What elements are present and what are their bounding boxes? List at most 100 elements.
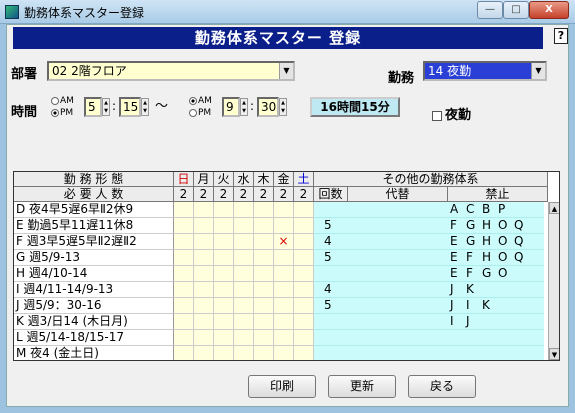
forbid-cell[interactable] <box>480 314 496 330</box>
shift-select[interactable]: 14 夜勤 ▼ <box>423 61 547 81</box>
day-cell[interactable] <box>194 266 214 282</box>
forbid-cell[interactable] <box>464 330 480 346</box>
day-cell[interactable] <box>174 346 194 360</box>
shift-name[interactable]: L 週5/14-18/15-17 <box>14 330 174 346</box>
forbid-cell[interactable]: O <box>496 266 512 282</box>
print-button[interactable]: 印刷 <box>248 375 316 398</box>
forbid-cell[interactable] <box>496 298 512 314</box>
day-cell[interactable] <box>274 266 294 282</box>
shift-name[interactable]: D 夜4早5遅6早Ⅱ2休9 <box>14 202 174 218</box>
maximize-button[interactable]: □ <box>503 1 529 19</box>
end-pm-radio[interactable]: PM <box>189 108 211 119</box>
count-cell[interactable] <box>314 266 348 282</box>
day-cell[interactable] <box>254 298 274 314</box>
count-cell[interactable]: 5 <box>314 298 348 314</box>
start-am-radio[interactable]: AM <box>51 96 74 107</box>
day-cell[interactable] <box>294 346 314 360</box>
forbid-cell[interactable] <box>528 250 544 266</box>
substitute-cell[interactable] <box>348 298 448 314</box>
day-cell[interactable] <box>194 330 214 346</box>
end-min-spinner[interactable]: ▲ ▼ <box>279 98 287 116</box>
day-cell[interactable] <box>234 218 254 234</box>
day-cell[interactable] <box>294 266 314 282</box>
forbid-cell[interactable]: E <box>448 234 464 250</box>
count-cell[interactable]: 4 <box>314 282 348 298</box>
substitute-cell[interactable] <box>348 346 448 360</box>
forbid-cell[interactable] <box>528 234 544 250</box>
forbid-cell[interactable]: F <box>448 218 464 234</box>
day-cell[interactable] <box>214 314 234 330</box>
start-hour-input[interactable]: 5 <box>84 97 102 117</box>
day-cell[interactable] <box>294 298 314 314</box>
forbid-cell[interactable] <box>528 202 544 218</box>
forbid-cell[interactable] <box>480 346 496 360</box>
count-cell[interactable] <box>314 202 348 218</box>
checkbox-icon[interactable] <box>432 110 442 121</box>
chevron-down-icon[interactable]: ▼ <box>531 63 545 79</box>
day-cell[interactable] <box>214 234 234 250</box>
day-cell[interactable] <box>254 266 274 282</box>
forbid-cell[interactable]: F <box>464 266 480 282</box>
end-hour-spinner[interactable]: ▲ ▼ <box>240 98 248 116</box>
forbid-cell[interactable]: J <box>448 282 464 298</box>
day-cell[interactable] <box>294 234 314 250</box>
shift-name[interactable]: M 夜4 (金土日) <box>14 346 174 360</box>
forbid-cell[interactable] <box>512 314 528 330</box>
forbid-cell[interactable] <box>512 346 528 360</box>
forbid-cell[interactable] <box>512 282 528 298</box>
shift-name[interactable]: G 週5/9-13 <box>14 250 174 266</box>
day-cell[interactable] <box>254 330 274 346</box>
count-cell[interactable] <box>314 346 348 360</box>
forbid-cell[interactable] <box>448 330 464 346</box>
end-min-input[interactable]: 30 <box>257 97 279 117</box>
count-cell[interactable]: 5 <box>314 218 348 234</box>
forbid-cell[interactable] <box>528 346 544 360</box>
forbid-cell[interactable]: C <box>464 202 480 218</box>
chevron-down-icon[interactable]: ▼ <box>279 63 293 79</box>
day-cell[interactable] <box>174 234 194 250</box>
forbid-cell[interactable]: A <box>448 202 464 218</box>
shift-name[interactable]: K 週3/日14 (木日月) <box>14 314 174 330</box>
day-cell[interactable] <box>254 250 274 266</box>
day-cell[interactable] <box>254 314 274 330</box>
day-cell[interactable] <box>234 330 254 346</box>
day-cell[interactable] <box>194 314 214 330</box>
scroll-down-icon[interactable]: ▼ <box>549 348 559 360</box>
forbid-cell[interactable]: Q <box>512 218 528 234</box>
day-cell[interactable] <box>234 266 254 282</box>
forbid-cell[interactable]: I <box>448 314 464 330</box>
day-cell[interactable] <box>214 266 234 282</box>
day-cell[interactable] <box>294 330 314 346</box>
substitute-cell[interactable] <box>348 250 448 266</box>
forbid-cell[interactable] <box>528 298 544 314</box>
day-cell[interactable] <box>274 330 294 346</box>
day-cell[interactable] <box>294 282 314 298</box>
substitute-cell[interactable] <box>348 266 448 282</box>
day-cell[interactable] <box>174 202 194 218</box>
day-cell[interactable] <box>254 282 274 298</box>
day-cell[interactable] <box>194 346 214 360</box>
shift-name[interactable]: E 勤過5早11遅11休8 <box>14 218 174 234</box>
forbid-cell[interactable]: K <box>464 282 480 298</box>
day-cell[interactable] <box>234 250 254 266</box>
forbid-cell[interactable] <box>528 282 544 298</box>
forbid-cell[interactable]: H <box>480 218 496 234</box>
forbid-cell[interactable] <box>528 266 544 282</box>
forbid-cell[interactable]: G <box>464 234 480 250</box>
dept-select[interactable]: 02 2階フロア ▼ <box>47 61 295 81</box>
end-hour-input[interactable]: 9 <box>222 97 240 117</box>
forbid-cell[interactable]: K <box>480 298 496 314</box>
grid-scrollbar[interactable]: ▲ ▼ <box>548 202 559 360</box>
forbid-cell[interactable]: H <box>480 234 496 250</box>
count-cell[interactable] <box>314 314 348 330</box>
forbid-cell[interactable]: E <box>448 266 464 282</box>
shift-name[interactable]: H 週4/10-14 <box>14 266 174 282</box>
day-cell[interactable] <box>194 298 214 314</box>
forbid-cell[interactable]: P <box>496 202 512 218</box>
day-cell[interactable] <box>174 298 194 314</box>
forbid-cell[interactable] <box>528 314 544 330</box>
day-cell[interactable] <box>274 250 294 266</box>
forbid-cell[interactable]: J <box>448 298 464 314</box>
count-cell[interactable] <box>314 330 348 346</box>
day-cell[interactable]: × <box>274 234 294 250</box>
